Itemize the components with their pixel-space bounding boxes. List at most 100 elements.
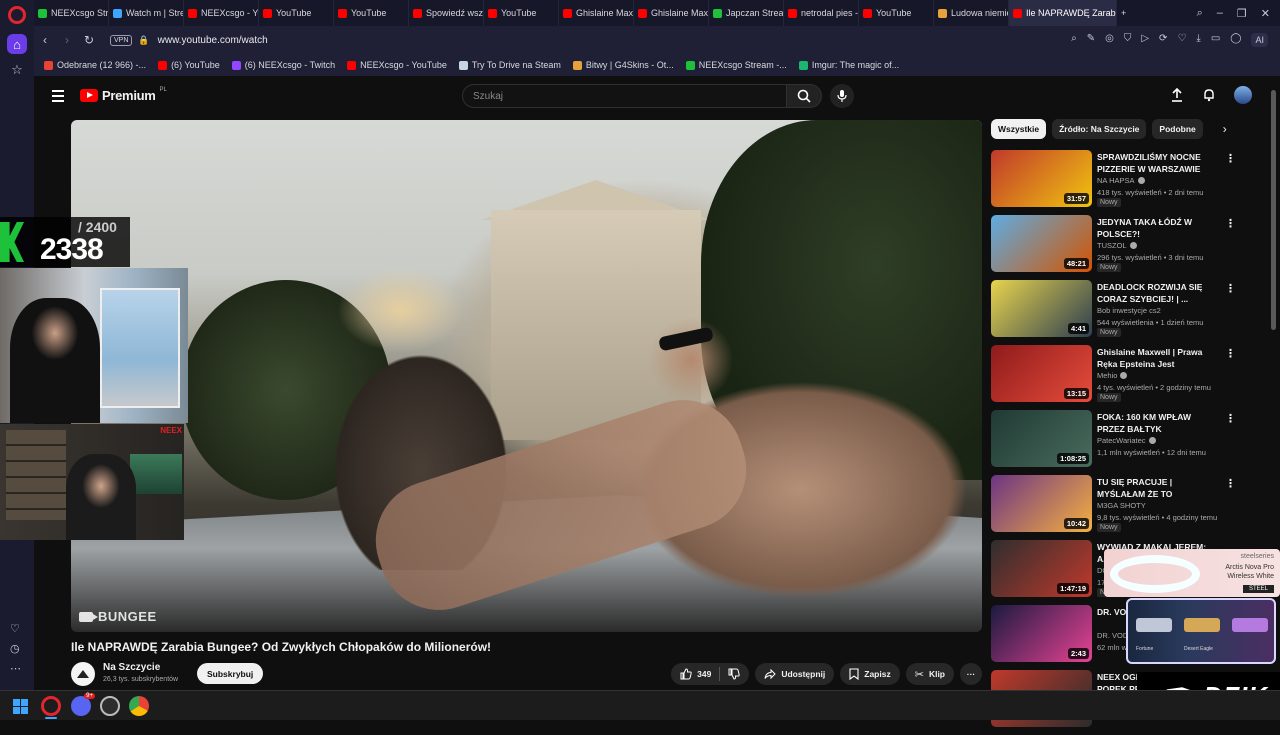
browser-tab[interactable]: NEEXcsgo Strea [34,0,109,26]
more-options-icon[interactable]: ⋮ [1225,477,1236,490]
browser-tab[interactable]: netrodal pies - [784,0,859,26]
edit-icon[interactable]: ✎ [1087,33,1095,47]
mic-button[interactable] [830,84,854,108]
more-options-icon[interactable]: ⋮ [1225,152,1236,165]
share-button[interactable]: Udostępnij [755,663,835,685]
shield-icon[interactable]: ⛉ [1124,33,1132,47]
more-options-icon[interactable]: ⋮ [1225,347,1236,360]
video-player[interactable]: BUNGEE [71,120,982,632]
video-thumbnail[interactable]: 2:43 [991,605,1092,662]
recommendation-item[interactable]: 1:08:25 FOKA: 160 KM WPŁAW PRZEZ BAŁTYK Pa… [991,410,1241,475]
camera-icon[interactable]: ◎ [1105,33,1114,47]
recommendation-channel[interactable]: NA HAPSA [1097,176,1145,185]
thumbs-down-icon[interactable] [728,668,741,680]
history-icon[interactable]: ◷ [10,642,20,655]
recommendation-item[interactable]: 10:42 TU SIĘ PRACUJE | MYŚLAŁAM ŻE TO NOR… [991,475,1241,540]
bookmark-item[interactable]: Bitwy | G4Skins - Ot... [572,60,674,70]
bookmark-item[interactable]: (6) NEEXcsgo - Twitch [231,60,335,70]
search-button[interactable] [786,84,822,108]
opera-taskbar-icon[interactable] [41,696,61,716]
recommendation-title[interactable]: SPRAWDZILIŚMY NOCNE PIZZERIE W WARSZAWIE [1097,151,1221,175]
chevron-right-icon[interactable]: › [1223,122,1227,136]
bookmark-item[interactable]: (6) YouTube [158,60,220,70]
hamburger-icon[interactable] [52,90,64,105]
recommendation-channel[interactable]: PatecWariatec [1097,436,1156,445]
recommendation-title[interactable]: FOKA: 160 KM WPŁAW PRZEZ BAŁTYK [1097,411,1221,435]
browser-tab[interactable]: Spowiedź wszys [409,0,484,26]
minimize-icon[interactable]: – [1217,7,1223,20]
search-icon[interactable]: ⌕ [1071,33,1077,47]
star-icon[interactable]: ☆ [7,60,27,80]
ai-button[interactable]: AI [1251,33,1268,47]
bookmark-item[interactable]: Imgur: The magic of... [798,60,899,70]
recommendation-title[interactable]: TU SIĘ PRACUJE | MYŚLAŁAM ŻE TO NORMALNE… [1097,476,1221,500]
channel-name[interactable]: Na Szczycie [103,662,160,673]
video-thumbnail[interactable]: 1:47:19 [991,540,1092,597]
avatar[interactable] [1234,86,1252,104]
app-taskbar-icon[interactable] [100,696,120,716]
video-thumbnail[interactable]: 48:21 [991,215,1092,272]
filter-chip[interactable]: Podobne [1152,119,1203,139]
subscribe-button[interactable]: Subskrybuj [197,663,264,684]
create-icon[interactable] [1170,88,1184,102]
browser-tab[interactable]: Ghislaine Maxw [559,0,634,26]
url-field[interactable]: www.youtube.com/watch [158,35,268,46]
thumbs-up-icon[interactable] [680,668,692,680]
recommendation-channel[interactable]: M3GA SHOTY [1097,501,1146,510]
search-input[interactable]: Szukaj [462,84,808,108]
back-icon[interactable]: ‹ [34,33,56,47]
browser-tab[interactable]: Ile NAPRAWDĘ Zarabia B [1009,0,1117,26]
bookmark-item[interactable]: NEEXcsgo - YouTube [347,60,447,70]
heart-icon[interactable]: ♡ [1177,33,1186,47]
browser-tab[interactable]: Japczan Stream [709,0,784,26]
lock-icon[interactable]: 🔒 [138,35,149,46]
recommendation-title[interactable]: JEDYNA TAKA ŁÓDŹ W POLSCE?! [1097,216,1221,240]
recommendation-item[interactable]: 48:21 JEDYNA TAKA ŁÓDŹ W POLSCE?! TUSZOL 29… [991,215,1241,280]
bookmark-item[interactable]: Try To Drive na Steam [458,60,561,70]
more-actions-button[interactable]: ··· [960,663,982,685]
video-thumbnail[interactable]: 1:08:25 [991,410,1092,467]
more-options-icon[interactable]: ⋮ [1225,282,1236,295]
download-icon[interactable]: ⤓ [1196,33,1200,47]
windows-start-icon[interactable] [13,699,28,714]
scrollbar[interactable] [1271,90,1276,330]
recommendation-channel[interactable]: TUSZOL [1097,241,1137,250]
video-thumbnail[interactable]: 31:57 [991,150,1092,207]
opera-logo-icon[interactable] [8,6,26,24]
more-options-icon[interactable]: ⋮ [1225,412,1236,425]
refresh-icon[interactable]: ⟳ [1159,33,1167,47]
recommendation-item[interactable]: 13:15 Ghislaine Maxwell | Prawa Ręka Epst… [991,345,1241,410]
recommendation-item[interactable]: 4:41 DEADLOCK ROZWIJA SIĘ CORAZ SZYBCIEJ!… [991,280,1241,345]
filter-chip[interactable]: Wszystkie [991,119,1047,139]
video-thumbnail[interactable]: 10:42 [991,475,1092,532]
close-icon[interactable]: ✕ [1261,7,1270,20]
bell-icon[interactable] [1202,88,1216,102]
home-icon[interactable]: ⌂ [7,34,27,54]
browser-tab[interactable]: Ghislaine Maxw [634,0,709,26]
youtube-logo[interactable]: Premium PL [80,87,167,103]
new-tab-button[interactable]: + [1117,0,1130,26]
browser-tab[interactable]: NEEXcsgo - You [184,0,259,26]
browser-tab[interactable]: Watch m | Strea [109,0,184,26]
reload-icon[interactable]: ↻ [78,33,100,47]
skins-ad[interactable]: Fortune Desert Eagle [1126,598,1276,664]
video-thumbnail[interactable]: 13:15 [991,345,1092,402]
browser-tab[interactable]: YouTube [334,0,409,26]
save-button[interactable]: Zapisz [840,663,900,685]
browser-tab[interactable]: Ludowa niemie [934,0,1009,26]
bookmark-item[interactable]: NEEXcsgo Stream -... [685,60,787,70]
recommendation-item[interactable]: 31:57 SPRAWDZILIŚMY NOCNE PIZZERIE W WARS… [991,150,1241,215]
browser-tab[interactable]: YouTube [259,0,334,26]
more-icon[interactable]: ⋯ [10,662,21,675]
recommendation-channel[interactable]: Mehio [1097,371,1128,380]
recommendation-channel[interactable]: Bob inwestycje cs2 [1097,306,1161,315]
vpn-badge[interactable]: VPN [110,34,133,46]
play-icon[interactable]: ▷ [1141,33,1149,47]
filter-chip[interactable]: Źródło: Na Szczycie [1052,119,1147,139]
steelseries-ad[interactable]: steelseries Arctis Nova Pro Wireless Whi… [1104,549,1280,597]
more-options-icon[interactable]: ⋮ [1225,217,1236,230]
wallet-icon[interactable]: ▭ [1211,33,1220,47]
heart-icon[interactable]: ♡ [10,622,20,635]
chrome-taskbar-icon[interactable] [129,696,149,716]
channel-avatar[interactable] [71,662,95,686]
